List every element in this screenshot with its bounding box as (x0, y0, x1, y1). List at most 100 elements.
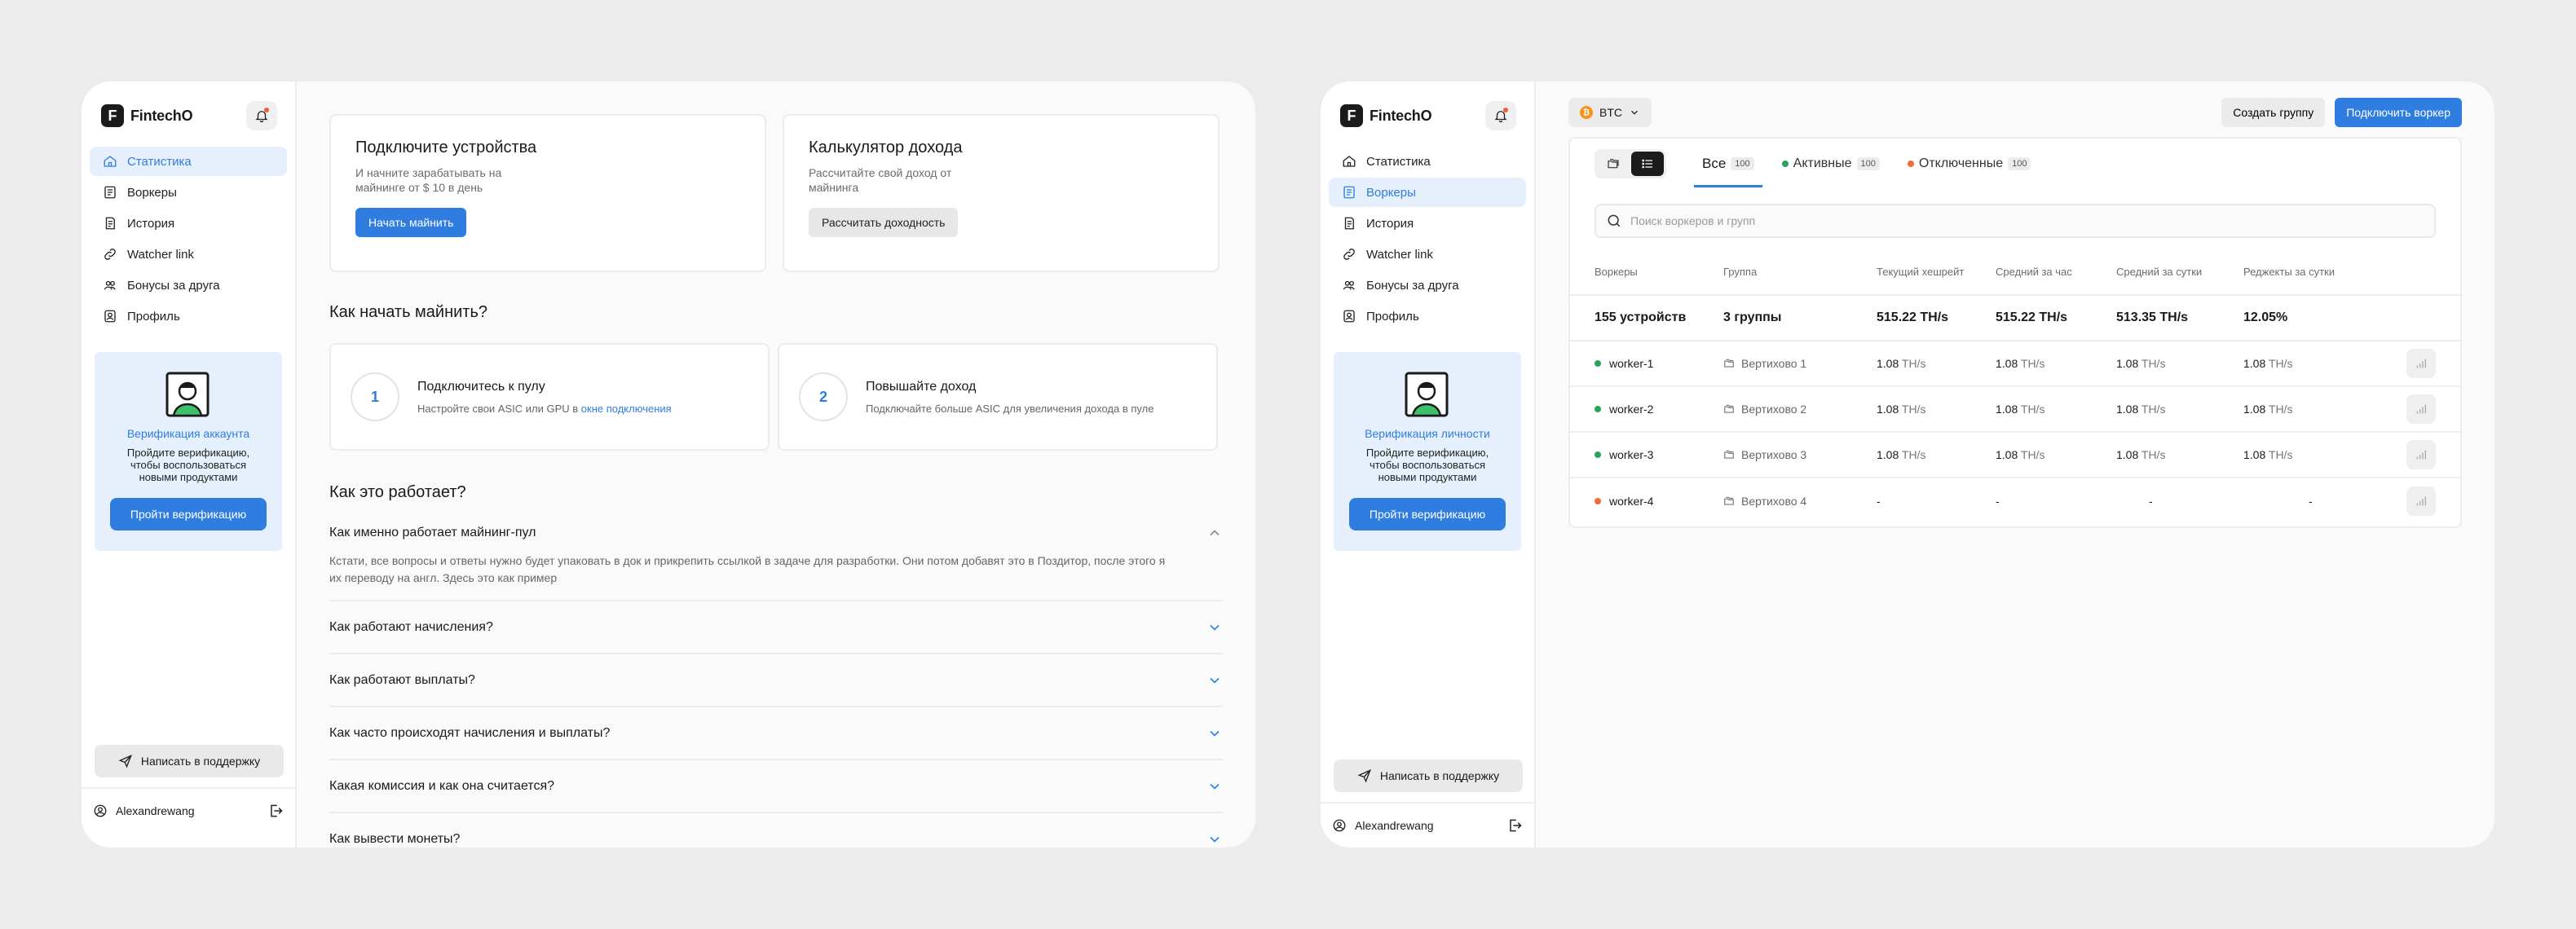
unit: TH/s (2268, 357, 2293, 370)
faq-question: Как именно работает майнинг-пул (329, 526, 536, 539)
top-actions: Создать группу Подключить воркер (2221, 98, 2462, 127)
tab-active[interactable]: Активные 100 (1774, 142, 1888, 187)
group-view-button[interactable] (1597, 152, 1630, 176)
group-cell: Вертихово 3 (1723, 448, 1877, 461)
list-view-button[interactable] (1631, 152, 1664, 176)
folder-icon (1724, 450, 1734, 459)
group-name: Вертихово 2 (1741, 403, 1807, 416)
tabs-row: Все 100 Активные 100 Отключенные 100 (1570, 139, 2460, 189)
faq-question: Какая комиссия и как она считается? (329, 778, 555, 793)
chevron-up-icon[interactable] (1206, 525, 1223, 541)
day-avg: 1.08 TH/s (2116, 341, 2243, 387)
bar-chart-icon (2416, 496, 2426, 505)
connect-worker-button[interactable]: Подключить воркер (2335, 98, 2462, 127)
faq-item[interactable]: Как работают начисления? (329, 601, 1223, 654)
support-button[interactable]: Написать в поддержку (95, 745, 284, 777)
sidebar-item-history[interactable]: История (90, 209, 287, 238)
column-header-rejects[interactable]: Реджекты за сутки (2243, 249, 2374, 296)
faq-item[interactable]: Какая комиссия и как она считается? (329, 760, 1223, 813)
user-avatar-icon (94, 804, 107, 817)
sidebar-item-history[interactable]: История (1329, 209, 1526, 238)
search-input[interactable] (1630, 214, 2424, 227)
send-icon (118, 754, 132, 768)
user-row: Alexandrewang (1321, 802, 1534, 848)
summary-hour: 515.22 TH/s (1996, 295, 2116, 341)
notifications-button[interactable] (246, 101, 277, 130)
tab-all[interactable]: Все 100 (1694, 142, 1762, 187)
chevron-down-icon[interactable] (1206, 778, 1223, 795)
value: 1.08 (2116, 448, 2139, 461)
connection-window-link[interactable]: окне подключения (581, 403, 672, 415)
day-avg: 1.08 TH/s (2116, 386, 2243, 433)
column-header-current-hashrate[interactable]: Текущий хешрейт (1877, 249, 1996, 296)
sidebar-item-label: Watcher link (1366, 247, 1433, 262)
sidebar-item-statistics[interactable]: Статистика (1329, 147, 1526, 176)
bar-chart-icon (2416, 450, 2426, 460)
sidebar-item-referral[interactable]: Бонусы за друга (1329, 271, 1526, 300)
sidebar-item-referral[interactable]: Бонусы за друга (90, 271, 287, 300)
group-name: Вертихово 1 (1741, 357, 1807, 370)
table-row[interactable]: worker-4 Вертихово 4 - - - - (1570, 478, 2460, 523)
group-name: Вертихово 3 (1741, 448, 1807, 461)
chevron-down-icon[interactable] (1206, 672, 1223, 689)
column-header-hour-avg[interactable]: Средний за час (1996, 249, 2116, 296)
users-icon (1340, 276, 1358, 294)
notifications-button[interactable] (1485, 101, 1516, 130)
table-row[interactable]: worker-3 Вертихово 3 1.08 TH/s 1.08 TH/s… (1570, 432, 2460, 478)
worker-name-cell: worker-3 (1595, 448, 1723, 461)
brand-logo[interactable]: F FintechO (1340, 104, 1432, 127)
verification-title: Верификация аккаунта (126, 427, 250, 440)
user-avatar-icon (1333, 819, 1346, 832)
faq-question: Как работают начисления? (329, 619, 493, 634)
start-mining-button[interactable]: Начать майнить (355, 208, 467, 237)
sidebar-item-workers[interactable]: Воркеры (90, 178, 287, 207)
chevron-down-icon[interactable] (1206, 725, 1223, 742)
unit: TH/s (2141, 357, 2166, 370)
list-icon (1642, 159, 1652, 169)
tab-disabled[interactable]: Отключенные 100 (1899, 142, 2040, 187)
chart-button[interactable] (2406, 349, 2436, 378)
chart-button[interactable] (2406, 440, 2436, 469)
workers-table: Воркеры Группа Текущий хешрейт Средний з… (1570, 249, 2460, 523)
verify-button[interactable]: Пройти верификацию (110, 498, 267, 531)
sidebar-item-label: Профиль (127, 309, 180, 324)
sidebar-item-profile[interactable]: Профиль (1329, 302, 1526, 331)
chart-button[interactable] (2406, 394, 2436, 424)
sidebar-item-label: Воркеры (127, 185, 177, 200)
sidebar-item-profile[interactable]: Профиль (90, 302, 287, 331)
sidebar-item-watcher-link[interactable]: Watcher link (90, 240, 287, 269)
chevron-down-icon[interactable] (1206, 619, 1223, 636)
faq-item[interactable]: Как вывести монеты? (329, 813, 1223, 848)
sidebar-item-watcher-link[interactable]: Watcher link (1329, 240, 1526, 269)
faq-item-open[interactable]: Как именно работает майнинг-пул Кстати, … (329, 522, 1223, 601)
chart-button[interactable] (2406, 486, 2436, 516)
column-header-group[interactable]: Группа (1723, 249, 1877, 296)
support-label: Написать в поддержку (1379, 769, 1500, 782)
verify-button[interactable]: Пройти верификацию (1349, 498, 1506, 531)
table-row[interactable]: worker-2 Вертихово 2 1.08 TH/s 1.08 TH/s… (1570, 386, 2460, 433)
sidebar-item-workers[interactable]: Воркеры (1329, 178, 1526, 207)
faq-item[interactable]: Как часто происходят начисления и выплат… (329, 707, 1223, 760)
folders-icon (1608, 159, 1619, 169)
brand-row: F FintechO (90, 98, 287, 134)
coin-select[interactable]: ₿ BTC (1568, 98, 1652, 127)
chevron-down-icon[interactable] (1206, 831, 1223, 848)
create-group-button[interactable]: Создать группу (2221, 98, 2326, 127)
faq-list: Как именно работает майнинг-пул Кстати, … (329, 522, 1223, 848)
summary-groups: 3 группы (1723, 295, 1877, 341)
current-hashrate: - (1877, 478, 1996, 523)
logout-icon[interactable] (267, 803, 284, 819)
brand-logo[interactable]: F FintechO (101, 104, 193, 127)
notification-dot (264, 108, 269, 112)
support-button[interactable]: Написать в поддержку (1334, 759, 1523, 792)
notification-dot (1503, 108, 1508, 112)
sidebar-item-statistics[interactable]: Статистика (90, 147, 287, 176)
calculate-income-button[interactable]: Рассчитать доходность (809, 208, 959, 237)
column-header-workers[interactable]: Воркеры (1570, 249, 1723, 296)
logout-icon[interactable] (1506, 817, 1523, 834)
column-header-day-avg[interactable]: Средний за сутки (2116, 249, 2243, 296)
faq-item[interactable]: Как работают выплаты? (329, 654, 1223, 707)
send-icon (1357, 768, 1371, 783)
workers-topbar: ₿ BTC Создать группу Подключить воркер (1568, 98, 2462, 127)
table-row[interactable]: worker-1 Вертихово 1 1.08 TH/s 1.08 TH/s… (1570, 341, 2460, 387)
